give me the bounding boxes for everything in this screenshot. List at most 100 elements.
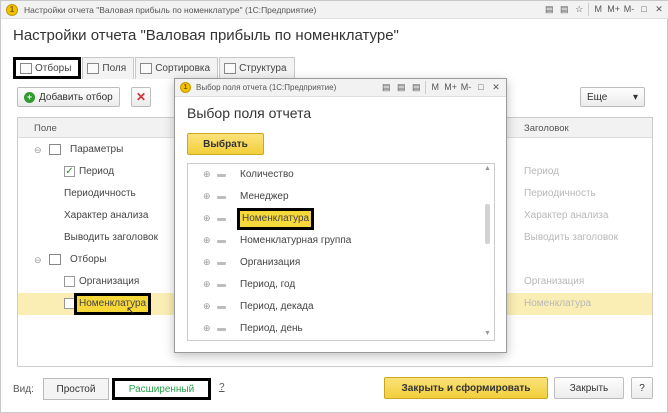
help-button[interactable]: ? [631,377,653,399]
list-item[interactable]: ⊕ Период, декада [188,296,478,318]
expand-icon[interactable]: ⊕ [203,213,211,224]
simple-mode-button[interactable]: Простой [43,378,109,400]
tab-filters[interactable]: Отборы [13,57,82,79]
field-icon [217,284,226,287]
list-item-label: Количество [240,169,294,180]
checkbox[interactable] [64,276,75,287]
dialog-title-bar: 1 Выбор поля отчета (1С:Предприятие) ▤ ▤… [175,79,506,97]
delete-button[interactable]: ✕ [131,87,151,107]
expand-icon[interactable]: ⊕ [203,235,211,246]
select-button[interactable]: Выбрать [187,133,264,155]
mouse-cursor-icon: ↖ [126,305,136,317]
print-icon[interactable]: ▤ [395,81,407,94]
tab-label: Поля [102,63,127,74]
collapse-icon[interactable]: ⊖ [34,255,42,266]
window-controls: ▤ ▤ ☆ M M+ M- □ ✕ [543,3,665,16]
row-label: Характер анализа [64,210,149,221]
scrollbar-thumb[interactable] [485,204,490,244]
expand-icon[interactable]: ⊕ [203,257,211,268]
expand-icon[interactable]: ⊕ [203,169,211,180]
list-item-label: Менеджер [240,191,289,202]
row-header: Характер анализа [524,210,609,221]
fields-list: ⊕ Количество ⊕ Менеджер ⊕ Номенклатура ⊕… [187,163,495,341]
memory-button[interactable]: M [592,3,604,16]
memory-minus-button[interactable]: M- [623,3,635,16]
close-and-generate-button[interactable]: Закрыть и сформировать [384,377,548,399]
list-item-label: Период, день [240,323,303,334]
checkbox[interactable]: ✓ [64,166,75,177]
more-button[interactable]: Еще ▾ [580,87,645,107]
column-field: Поле [34,123,57,134]
row-header: Номенклатура [524,298,592,309]
row-header: Организация [524,276,585,287]
list-item[interactable]: ⊕ Период, день [188,318,478,340]
separator [588,3,590,16]
maximize-icon[interactable]: □ [638,3,650,16]
maximize-icon[interactable]: □ [475,81,487,94]
row-header: Периодичность [524,188,596,199]
list-item[interactable]: ⊕ Организация [188,252,478,274]
add-filter-button[interactable]: + Добавить отбор [17,87,120,107]
list-item[interactable]: ⊕ Менеджер [188,186,478,208]
list-item[interactable]: ⊕ Номенклатурная группа [188,230,478,252]
dialog-window-title: Выбор поля отчета (1С:Предприятие) [196,83,337,92]
scrollbar[interactable]: ▲ ▼ [483,164,493,340]
tab-label: Сортировка [155,63,211,74]
field-icon [217,328,226,331]
list-item[interactable]: ⊕ Период, год [188,274,478,296]
help-link[interactable]: ? [219,382,225,393]
favorite-icon[interactable]: ☆ [573,3,585,16]
list-item-label: Организация [240,257,301,268]
list-item-selected[interactable]: ⊕ Номенклатура [188,208,478,230]
memory-button[interactable]: M [429,81,441,94]
tab-sorting[interactable]: Сортировка [135,57,219,79]
close-icon[interactable]: ✕ [653,3,665,16]
field-icon [217,262,226,265]
expand-icon[interactable]: ⊕ [203,301,211,312]
print-icon[interactable]: ▤ [558,3,570,16]
memory-plus-button[interactable]: M+ [444,81,457,94]
collapse-icon[interactable]: ⊖ [34,145,42,156]
main-window: 1 Настройки отчета "Валовая прибыль по н… [0,0,668,413]
expand-icon[interactable]: ⊕ [203,279,211,290]
list-item[interactable]: ⊕ Количество [188,164,478,186]
view-label: Вид: [13,384,34,395]
calendar-icon[interactable]: ▤ [410,81,422,94]
filter-icon [20,62,32,74]
tab-label: Отборы [35,62,72,74]
app-logo-icon: 1 [6,3,18,16]
field-icon [217,240,226,243]
row-label: Параметры [70,144,124,155]
field-select-dialog: 1 Выбор поля отчета (1С:Предприятие) ▤ ▤… [174,78,507,353]
tab-structure[interactable]: Структура [219,57,295,79]
tab-fields[interactable]: Поля [82,57,135,79]
close-button[interactable]: Закрыть [554,377,624,399]
list-item-label: Период, декада [240,301,314,312]
link-icon[interactable]: ▤ [380,81,392,94]
scroll-up-icon[interactable]: ▲ [484,165,491,172]
footer: Вид: Простой Расширенный ? Закрыть и сфо… [1,375,668,405]
row-label: Номенклатура [74,293,152,315]
field-icon [217,306,226,309]
dialog-window-controls: ▤ ▤ ▤ M M+ M- □ ✕ [380,81,502,94]
row-header: Выводить заголовок [524,232,618,243]
link-icon[interactable]: ▤ [543,3,555,16]
scroll-down-icon[interactable]: ▼ [484,330,491,337]
memory-minus-button[interactable]: M- [460,81,472,94]
close-icon[interactable]: ✕ [490,81,502,94]
window-title: Настройки отчета "Валовая прибыль по ном… [24,4,317,15]
memory-plus-button[interactable]: M+ [607,3,620,16]
dialog-title: Выбор поля отчета [187,105,312,121]
parameters-icon [49,144,61,155]
page-title: Настройки отчета "Валовая прибыль по ном… [13,27,399,44]
sort-icon [140,63,153,74]
list-item-label: Период, год [240,279,296,290]
expand-icon[interactable]: ⊕ [203,323,211,334]
extended-mode-button[interactable]: Расширенный [112,378,211,400]
title-bar: 1 Настройки отчета "Валовая прибыль по н… [1,1,668,19]
tabs-bar: Отборы Поля Сортировка Структура [13,57,296,79]
list-item-label: Номенклатура [237,208,315,230]
structure-icon [224,63,237,74]
tab-label: Структура [239,63,287,74]
expand-icon[interactable]: ⊕ [203,191,211,202]
